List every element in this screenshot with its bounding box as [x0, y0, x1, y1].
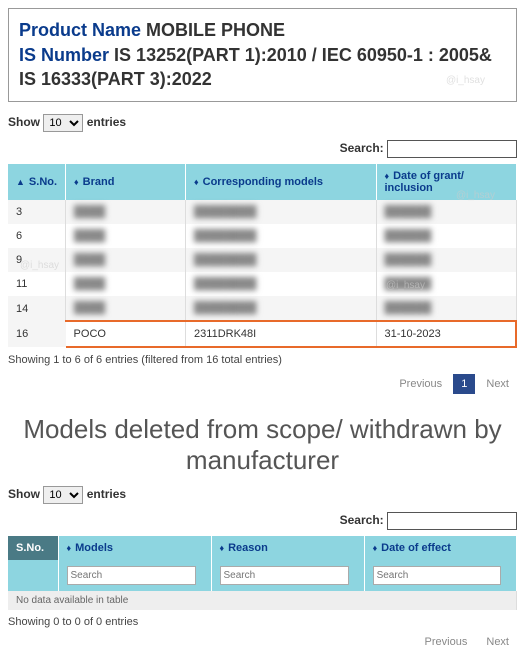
pagination-2: Previous Next — [8, 636, 517, 648]
table-row: 11██████████████████ — [8, 272, 516, 296]
prev-button-2[interactable]: Previous — [417, 632, 476, 652]
entries-control: Show 10 entries — [8, 114, 517, 132]
product-name-label: Product Name — [19, 20, 141, 40]
entries-select[interactable]: 10 — [43, 114, 83, 132]
is-number-label: IS Number — [19, 45, 109, 65]
table-info: Showing 1 to 6 of 6 entries (filtered fr… — [8, 354, 517, 366]
page-current[interactable]: 1 — [453, 374, 475, 394]
filter-models[interactable] — [67, 566, 196, 585]
next-button[interactable]: Next — [478, 374, 517, 394]
col2-sno[interactable]: S.No. — [8, 536, 58, 560]
entries-control-2: Show 10 entries — [8, 486, 517, 504]
search-input[interactable] — [387, 140, 517, 158]
entries-select-2[interactable]: 10 — [43, 486, 83, 504]
pagination: Previous 1 Next — [8, 374, 517, 394]
product-name-line: Product Name MOBILE PHONE — [19, 19, 506, 42]
deleted-table: S.No. ♦Models ♦Reason ♦Date of effect No… — [8, 536, 517, 610]
table-row: 16POCO2311DRK48I31-10-2023 — [8, 321, 516, 347]
search-control-2: Search: — [8, 512, 517, 530]
col-models[interactable]: ♦Corresponding models — [186, 164, 376, 200]
col-brand[interactable]: ♦Brand — [66, 164, 186, 200]
no-data-cell: No data available in table — [8, 591, 517, 610]
table-row: 6██████████████████ — [8, 224, 516, 248]
prev-button[interactable]: Previous — [391, 374, 450, 394]
col2-reason[interactable]: ♦Reason — [211, 536, 364, 560]
table2-info: Showing 0 to 0 of 0 entries — [8, 616, 517, 628]
next-button-2[interactable]: Next — [478, 632, 517, 652]
product-info-box: Product Name MOBILE PHONE IS Number IS 1… — [8, 8, 517, 102]
main-table: ▲S.No. ♦Brand ♦Corresponding models ♦Dat… — [8, 164, 517, 348]
table-row: 3██████████████████ — [8, 200, 516, 224]
section-title: Models deleted from scope/ withdrawn by … — [8, 414, 517, 476]
col2-models[interactable]: ♦Models — [58, 536, 211, 560]
col2-date[interactable]: ♦Date of effect — [364, 536, 516, 560]
filter-reason[interactable] — [220, 566, 349, 585]
filter-date[interactable] — [373, 566, 502, 585]
col-sno[interactable]: ▲S.No. — [8, 164, 66, 200]
table-row: 14██████████████████ — [8, 296, 516, 321]
table-row: 9██████████████████ — [8, 248, 516, 272]
col-date[interactable]: ♦Date of grant/ inclusion — [376, 164, 516, 200]
product-name-value: MOBILE PHONE — [146, 20, 285, 40]
search-input-2[interactable] — [387, 512, 517, 530]
is-number-line: IS Number IS 13252(PART 1):2010 / IEC 60… — [19, 44, 506, 91]
search-control: Search: — [8, 140, 517, 158]
